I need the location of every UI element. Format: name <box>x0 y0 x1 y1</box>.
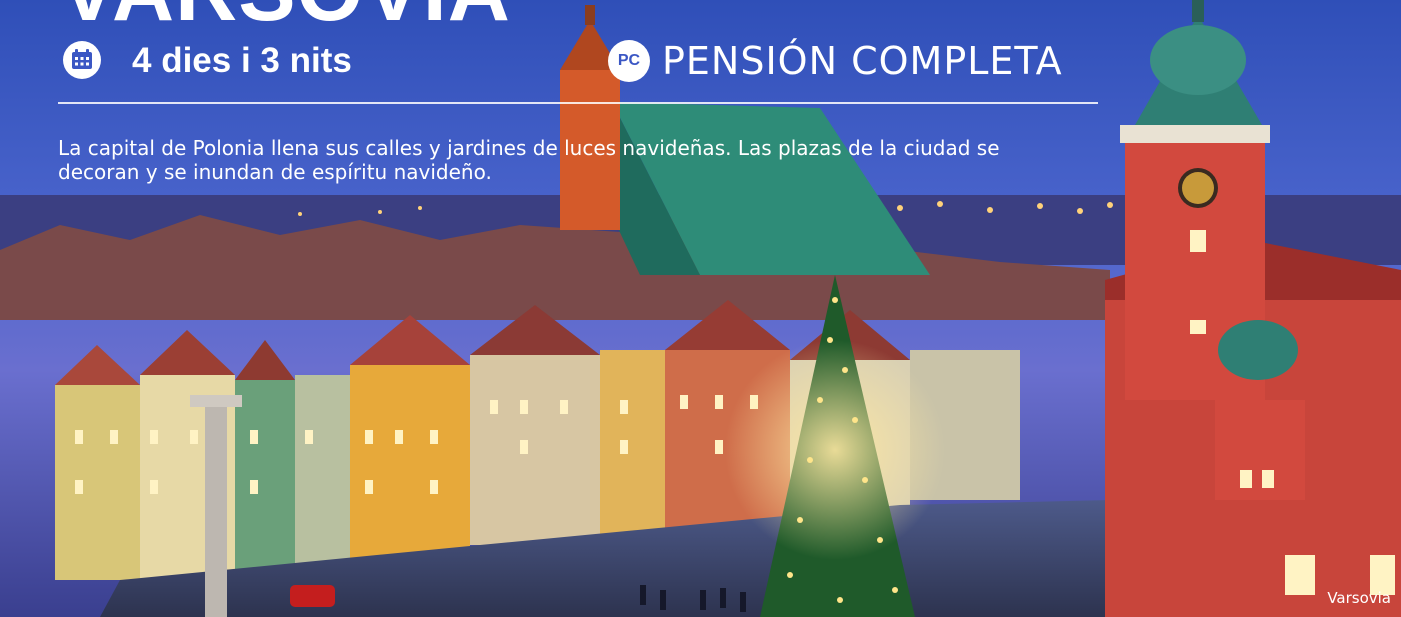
destination-title: VARSOVIA <box>60 0 511 34</box>
duration-label: 4 dies i 3 nits <box>132 40 352 80</box>
photo-caption: Varsovia <box>1327 589 1391 607</box>
promo-banner: VARSOVIA 4 dies i 3 nits PC PENSIÓN COMP… <box>0 0 1401 617</box>
duration-row: 4 dies i 3 nits <box>62 40 352 80</box>
calendar-icon <box>63 41 101 79</box>
board-type-row: PC PENSIÓN COMPLETA <box>608 40 1063 82</box>
warsaw-old-town-photo <box>0 0 1401 617</box>
board-type-label: PENSIÓN COMPLETA <box>662 39 1063 83</box>
divider <box>58 102 1098 104</box>
board-badge: PC <box>608 40 650 82</box>
destination-description: La capital de Polonia llena sus calles y… <box>58 136 1000 184</box>
